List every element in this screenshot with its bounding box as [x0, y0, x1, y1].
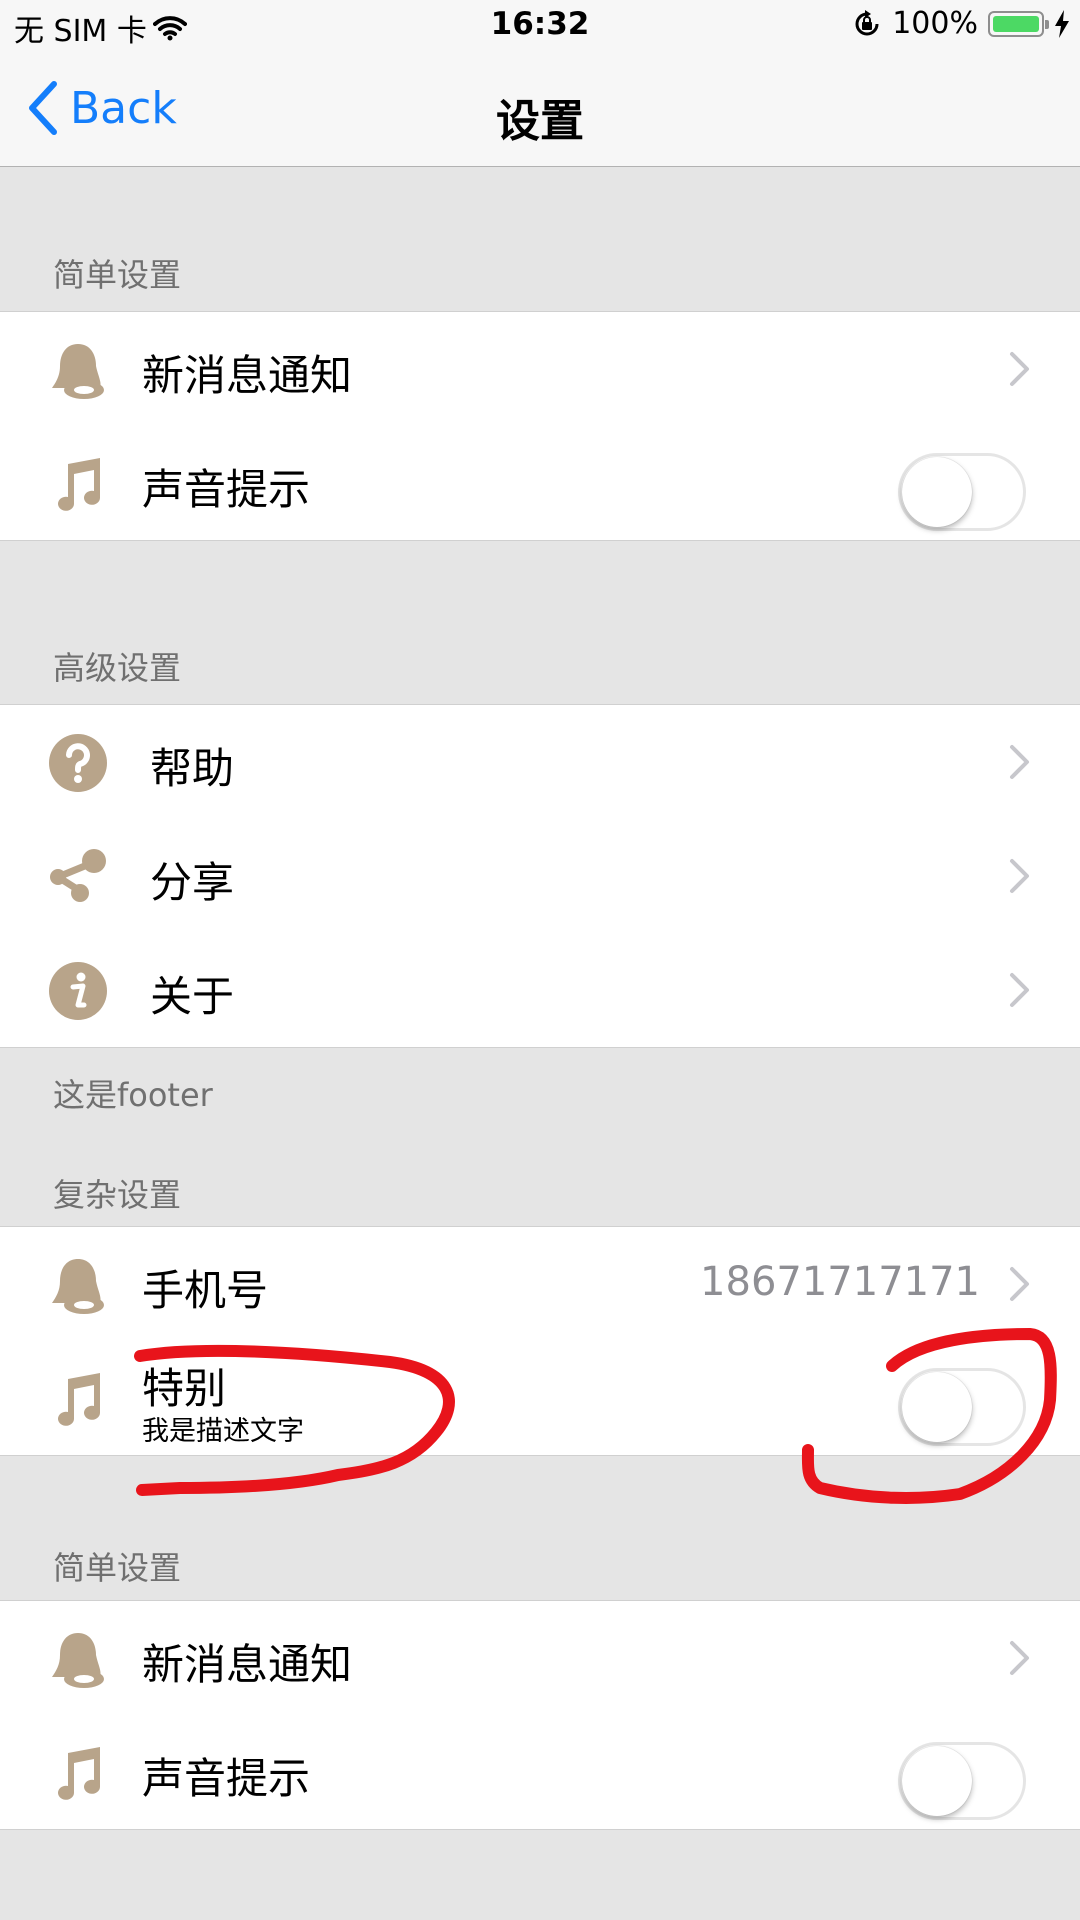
navigation-bar: Back 设置 — [0, 55, 1080, 167]
row-label: 新消息通知 — [142, 351, 353, 400]
sound-prompt-switch[interactable] — [898, 453, 1026, 531]
row-label: 声音提示 — [142, 1754, 311, 1803]
row-phone-number[interactable]: 手机号 18671717171 — [0, 1227, 1080, 1341]
charging-bolt-icon — [1054, 9, 1070, 38]
chevron-right-icon — [1008, 1639, 1032, 1677]
section-simple-group-2: 新消息通知 声音提示 — [0, 1600, 1080, 1830]
row-about[interactable]: 关于 — [0, 933, 1080, 1047]
row-subtitle: 我是描述文字 — [142, 1416, 304, 1447]
section-header-simple: 简单设置 — [53, 256, 182, 294]
help-icon — [48, 733, 108, 793]
section-simple-group: 新消息通知 声音提示 — [0, 311, 1080, 541]
row-share[interactable]: 分享 — [0, 819, 1080, 933]
status-bar: 无 SIM 卡 16:32 100% — [0, 0, 1080, 55]
sound-prompt-switch-2[interactable] — [898, 1742, 1026, 1820]
row-sound-prompt: 声音提示 — [0, 426, 1080, 540]
bell-icon — [48, 340, 108, 400]
row-label: 手机号 — [142, 1266, 269, 1315]
bell-icon — [48, 1255, 108, 1315]
section-header-advanced: 高级设置 — [53, 649, 182, 687]
info-icon — [48, 961, 108, 1021]
row-new-message-notification[interactable]: 新消息通知 — [0, 312, 1080, 426]
row-label: 帮助 — [150, 744, 235, 793]
share-icon — [48, 847, 108, 907]
row-label: 新消息通知 — [142, 1640, 353, 1689]
phone-number-value: 18671717171 — [700, 1259, 980, 1305]
section-header-complex: 复杂设置 — [53, 1176, 182, 1214]
music-note-icon — [48, 1743, 108, 1803]
row-new-message-notification-2[interactable]: 新消息通知 — [0, 1601, 1080, 1715]
row-label: 特别 — [142, 1364, 227, 1413]
chevron-right-icon — [1008, 350, 1032, 388]
row-sound-prompt-2: 声音提示 — [0, 1715, 1080, 1829]
battery-icon — [988, 10, 1049, 37]
chevron-right-icon — [1008, 971, 1032, 1009]
page-title: 设置 — [496, 96, 584, 147]
chevron-right-icon — [1008, 857, 1032, 895]
section-advanced-group: 帮助 分享 关于 — [0, 704, 1080, 1048]
battery-percent: 100% — [892, 6, 978, 41]
bell-icon — [48, 1629, 108, 1689]
rotation-lock-icon — [852, 9, 882, 39]
chevron-right-icon — [1008, 1265, 1032, 1303]
row-special: 特别 我是描述文字 — [0, 1341, 1080, 1455]
status-right: 100% — [852, 6, 1070, 41]
row-label: 声音提示 — [142, 465, 311, 514]
section-complex-group: 手机号 18671717171 特别 我是描述文字 — [0, 1226, 1080, 1456]
chevron-right-icon — [1008, 743, 1032, 781]
music-note-icon — [48, 1369, 108, 1429]
row-label: 关于 — [150, 972, 235, 1021]
section-footer: 这是footer — [53, 1076, 213, 1114]
music-note-icon — [48, 454, 108, 514]
row-help[interactable]: 帮助 — [0, 705, 1080, 819]
row-label: 分享 — [150, 858, 235, 907]
section-header-simple-2: 简单设置 — [53, 1549, 182, 1587]
special-switch[interactable] — [898, 1368, 1026, 1446]
